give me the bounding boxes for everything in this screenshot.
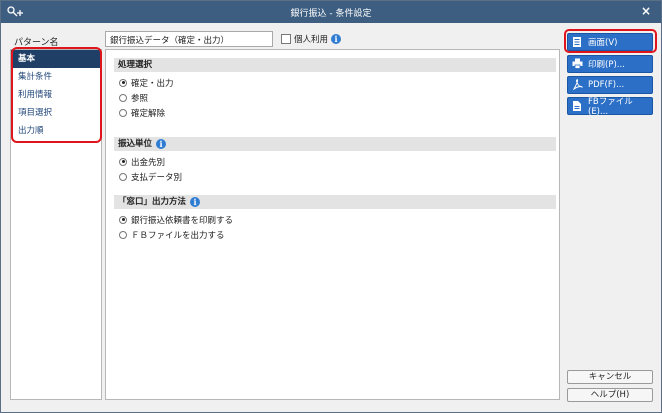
help-button[interactable]: ヘルプ(H) (567, 388, 653, 402)
radio-label: 出金先別 (131, 157, 166, 168)
section-window-output: 「窓口」出力方法 i 銀行振込依頼書を印刷する ＦＢファイルを出力する (114, 195, 556, 242)
sidebar-item-field-selection[interactable]: 項目選択 (11, 104, 101, 122)
radio-label: 支払データ別 (131, 172, 183, 183)
radio-button[interactable] (119, 172, 127, 181)
radio-button[interactable] (119, 230, 127, 239)
radio-by-payment-data[interactable]: 支払データ別 (114, 169, 556, 184)
sidebar-item-basic[interactable]: 基本 (11, 50, 101, 68)
pdf-button[interactable]: PDF(F)... (567, 76, 653, 94)
sidebar-item-output-order[interactable]: 出力順 (11, 122, 101, 140)
info-icon[interactable]: i (190, 197, 201, 207)
radio-label: 確定解除 (131, 108, 166, 119)
radio-print-request[interactable]: 銀行振込依頼書を印刷する (114, 212, 556, 227)
section-header: 処理選択 (114, 58, 556, 72)
radio-label: 参照 (131, 93, 149, 104)
section-transfer-unit: 振込単位 i 出金先別 支払データ別 (114, 137, 556, 184)
fb-file-icon (572, 100, 582, 112)
radio-label: 確定・出力 (131, 78, 174, 89)
section-title: 振込単位 (118, 139, 153, 149)
screen-button[interactable]: 画面(V) (567, 33, 653, 51)
printer-icon (572, 58, 583, 70)
sidebar-item-usage-info[interactable]: 利用情報 (11, 86, 101, 104)
info-icon[interactable]: i (331, 34, 342, 44)
cancel-button[interactable]: キャンセル (567, 370, 653, 384)
settings-panel: 処理選択 確定・出力 参照 確定解除 振込単位 i 出金先別 支払データ別 「窓… (105, 49, 560, 400)
radio-label: 銀行振込依頼書を印刷する (131, 215, 234, 226)
radio-button[interactable] (119, 93, 127, 102)
section-title: 「窓口」出力方法 (118, 197, 187, 207)
fb-file-button[interactable]: FBファイル(E)... (567, 97, 653, 117)
close-icon[interactable]: × (641, 4, 651, 18)
screen-button-label: 画面(V) (588, 38, 618, 48)
window-title: 銀行振込 - 条件設定 (290, 9, 372, 19)
radio-label: ＦＢファイルを出力する (131, 230, 225, 241)
radio-by-payee[interactable]: 出金先別 (114, 154, 556, 169)
radio-button[interactable] (119, 78, 127, 87)
radio-button[interactable] (119, 157, 127, 166)
radio-button[interactable] (119, 108, 127, 117)
sidebar: 基本 集計条件 利用情報 項目選択 出力順 (10, 49, 102, 400)
personal-use-checkbox[interactable] (281, 34, 291, 44)
radio-button[interactable] (119, 215, 127, 224)
print-button-label: 印刷(P)... (588, 60, 625, 70)
screen-icon (572, 36, 582, 48)
radio-reference[interactable]: 参照 (114, 90, 556, 105)
info-icon[interactable]: i (156, 139, 167, 149)
section-process: 処理選択 確定・出力 参照 確定解除 (114, 58, 556, 120)
pattern-name-input[interactable]: 銀行振込データ（確定・出力） (105, 31, 273, 47)
pdf-button-label: PDF(F)... (588, 80, 625, 90)
dialog-window: 銀行振込 - 条件設定 × パターン名 銀行振込データ（確定・出力） 個人利用 … (0, 0, 662, 413)
sidebar-item-aggregation[interactable]: 集計条件 (11, 68, 101, 86)
pattern-name-label: パターン名 (14, 38, 59, 48)
fb-file-button-label: FBファイル(E)... (588, 97, 633, 117)
personal-use-option[interactable]: 個人利用 i (281, 33, 342, 45)
section-title: 処理選択 (118, 60, 153, 70)
radio-unconfirm[interactable]: 確定解除 (114, 105, 556, 120)
print-button[interactable]: 印刷(P)... (567, 55, 653, 73)
radio-confirm-output[interactable]: 確定・出力 (114, 75, 556, 90)
title-bar: 銀行振込 - 条件設定 × (1, 1, 661, 23)
section-header: 「窓口」出力方法 i (114, 195, 556, 209)
radio-output-fb-file[interactable]: ＦＢファイルを出力する (114, 227, 556, 242)
section-header: 振込単位 i (114, 137, 556, 151)
personal-use-label: 個人利用 (294, 35, 329, 45)
pdf-icon (572, 79, 584, 91)
